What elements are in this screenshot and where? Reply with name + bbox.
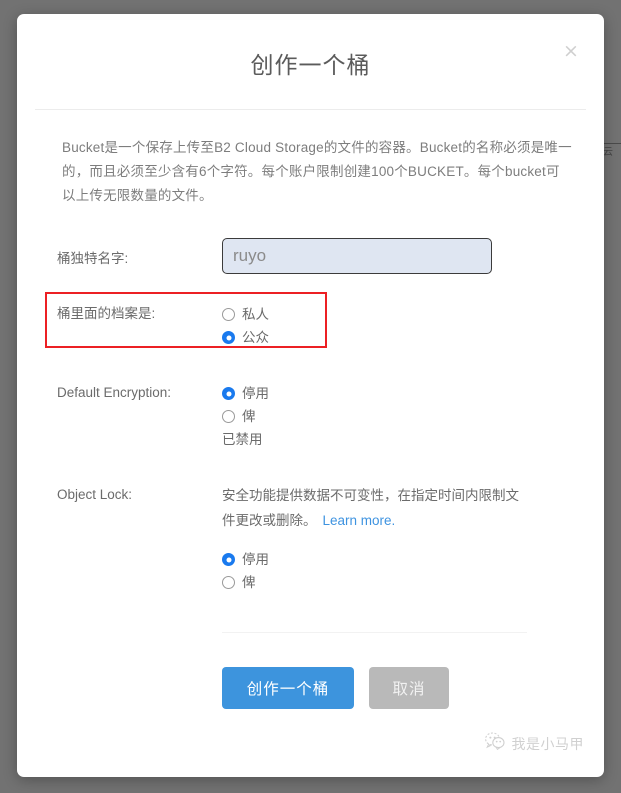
privacy-option-private[interactable]: 私人 — [222, 303, 564, 326]
title-divider — [35, 109, 586, 110]
dialog-description: Bucket是一个保存上传至B2 Cloud Storage的文件的容器。Buc… — [62, 140, 572, 203]
bucket-name-input[interactable] — [222, 238, 492, 274]
radio-icon-selected — [222, 553, 235, 566]
bucket-name-label: 桶独特名字: — [57, 251, 129, 266]
radio-icon — [222, 410, 235, 423]
default-encryption-label: Default Encryption: — [57, 385, 172, 400]
encryption-option-disabled-label: 停用 — [242, 386, 269, 401]
privacy-label: 桶里面的档案是: — [57, 306, 156, 321]
close-icon[interactable]: × — [560, 40, 582, 62]
object-lock-field-wrap: 安全功能提供数据不可变性，在指定时间内限制文件更改或删除。 Learn more.… — [222, 483, 564, 594]
encryption-option-disabled[interactable]: 停用 — [222, 382, 564, 405]
object-lock-label: Object Lock: — [57, 487, 133, 502]
bucket-name-field-wrap — [222, 238, 564, 274]
radio-icon — [222, 308, 235, 321]
dialog-body: Bucket是一个保存上传至B2 Cloud Storage的文件的容器。Buc… — [17, 136, 604, 709]
object-lock-description-wrap: 安全功能提供数据不可变性，在指定时间内限制文件更改或删除。 Learn more. — [222, 483, 527, 533]
privacy-option-private-label: 私人 — [242, 307, 269, 322]
encryption-option-enabled[interactable]: 俾 — [222, 405, 564, 428]
object-lock-option-disabled[interactable]: 停用 — [222, 548, 564, 571]
object-lock-option-disabled-label: 停用 — [242, 552, 269, 567]
object-lock-option-enabled-label: 俾 — [242, 575, 256, 590]
object-lock-learn-more-link[interactable]: Learn more. — [323, 513, 396, 528]
watermark-text: 我是小马甲 — [511, 735, 584, 752]
cancel-button[interactable]: 取消 — [369, 667, 449, 709]
footer-divider — [222, 632, 527, 633]
watermark: 我是小马甲 — [484, 732, 585, 755]
dialog-title: 创作一个桶 — [250, 52, 371, 78]
privacy-option-public-label: 公众 — [242, 330, 269, 345]
radio-icon-selected — [222, 331, 235, 344]
radio-icon — [222, 576, 235, 589]
bucket-name-row: 桶独特名字: — [57, 238, 564, 274]
encryption-option-enabled-label: 俾 — [242, 409, 256, 424]
wechat-icon — [484, 732, 505, 755]
create-bucket-button[interactable]: 创作一个桶 — [222, 667, 354, 709]
radio-icon-selected — [222, 387, 235, 400]
default-encryption-radio-group: 停用 俾 已禁用 — [222, 381, 564, 451]
background-text-fragment: 云 — [603, 147, 613, 158]
object-lock-option-enabled[interactable]: 俾 — [222, 571, 564, 594]
create-bucket-dialog: × 创作一个桶 Bucket是一个保存上传至B2 Cloud Storage的文… — [17, 14, 604, 777]
default-encryption-row: Default Encryption: 停用 俾 已禁用 — [57, 381, 564, 451]
privacy-option-public[interactable]: 公众 — [222, 326, 564, 349]
object-lock-row: Object Lock: 安全功能提供数据不可变性，在指定时间内限制文件更改或删… — [57, 483, 564, 594]
privacy-row: 桶里面的档案是: 私人 公众 — [45, 292, 564, 349]
dialog-button-bar: 创作一个桶 取消 — [57, 667, 564, 709]
object-lock-radio-group: 停用 俾 — [222, 547, 564, 594]
encryption-status-note: 已禁用 — [222, 432, 263, 447]
privacy-radio-group: 私人 公众 — [222, 302, 564, 349]
